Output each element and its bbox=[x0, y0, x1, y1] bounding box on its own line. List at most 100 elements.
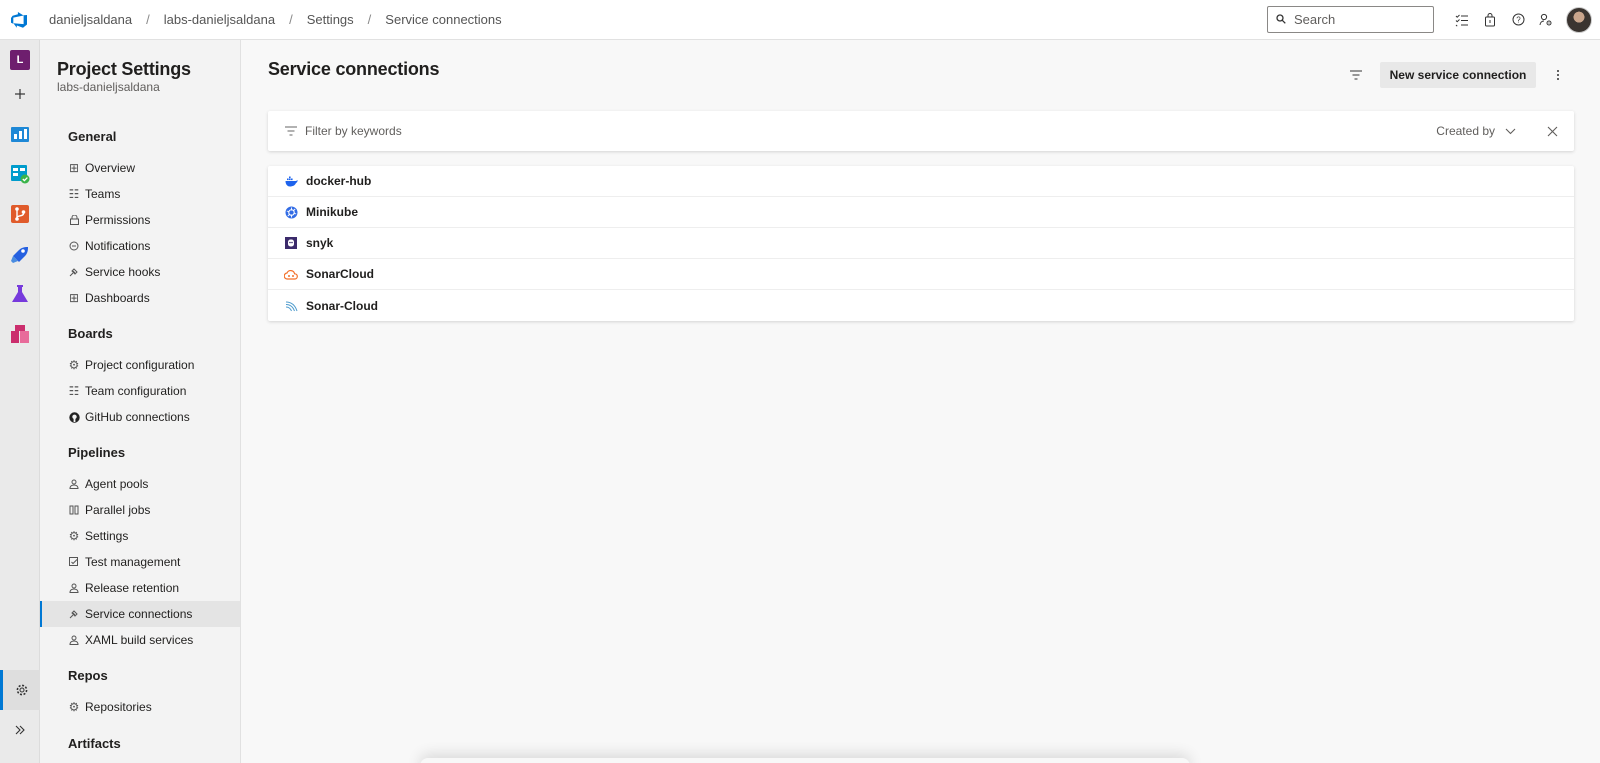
list-item[interactable]: Minikube bbox=[268, 197, 1574, 228]
top-right-actions: ? bbox=[1267, 0, 1600, 40]
build-agent-icon bbox=[68, 634, 80, 646]
parallel-bars-icon bbox=[68, 504, 80, 516]
user-settings-icon[interactable] bbox=[1532, 6, 1560, 34]
more-options-icon[interactable] bbox=[1546, 64, 1570, 86]
project-settings-sidebar: Project Settings labs-danieljsaldana Gen… bbox=[40, 40, 241, 763]
overview-icon[interactable] bbox=[0, 114, 40, 154]
bottom-overlay-shadow bbox=[420, 758, 1190, 763]
work-items-list-icon[interactable] bbox=[1448, 6, 1476, 34]
retention-icon bbox=[68, 582, 80, 594]
service-connections-list: docker-hub Minikube snyk SonarCloud Sona… bbox=[268, 166, 1574, 321]
sonarcloud-icon bbox=[284, 267, 298, 281]
github-icon bbox=[68, 411, 80, 423]
sidebar-title: Project Settings bbox=[57, 59, 191, 79]
plug-icon bbox=[68, 266, 80, 278]
sonar-icon bbox=[284, 299, 298, 313]
left-rail: L bbox=[0, 40, 40, 763]
list-item[interactable]: Sonar-Cloud bbox=[268, 290, 1574, 321]
section-general: General bbox=[68, 129, 117, 144]
sidebar-subtitle: labs-danieljsaldana bbox=[57, 80, 160, 94]
sidebar-item-service-hooks[interactable]: Service hooks bbox=[40, 259, 240, 285]
page-title: Service connections bbox=[268, 59, 440, 79]
repo-gear-icon: ⚙ bbox=[68, 700, 80, 714]
connection-name: docker-hub bbox=[306, 174, 372, 188]
breadcrumb-org[interactable]: danieljsaldana bbox=[49, 12, 132, 27]
gear-icon: ⚙ bbox=[68, 529, 80, 543]
section-pipelines: Pipelines bbox=[68, 445, 126, 460]
azure-devops-logo-icon[interactable] bbox=[0, 0, 40, 40]
sidebar-item-dashboards[interactable]: ⊞ Dashboards bbox=[40, 285, 240, 311]
avatar[interactable] bbox=[1566, 6, 1592, 33]
top-bar: danieljsaldana / labs-danieljsaldana / S… bbox=[0, 0, 1600, 40]
svg-text:?: ? bbox=[1516, 15, 1521, 24]
expand-chevrons-icon[interactable] bbox=[0, 710, 40, 750]
sidebar-item-teams[interactable]: ☷ Teams bbox=[40, 181, 240, 207]
breadcrumb-separator: / bbox=[146, 12, 150, 27]
list-item[interactable]: snyk bbox=[268, 228, 1574, 259]
sidebar-item-project-configuration[interactable]: ⚙ Project configuration bbox=[40, 352, 240, 378]
sidebar-item-agent-pools[interactable]: Agent pools bbox=[40, 471, 240, 497]
sidebar-item-release-retention[interactable]: Release retention bbox=[40, 575, 240, 601]
sidebar-item-overview[interactable]: ⊞ Overview bbox=[40, 155, 240, 181]
agent-icon bbox=[68, 478, 80, 490]
breadcrumb-settings[interactable]: Settings bbox=[307, 12, 354, 27]
sidebar-item-parallel-jobs[interactable]: Parallel jobs bbox=[40, 497, 240, 523]
breadcrumb-project[interactable]: labs-danieljsaldana bbox=[164, 12, 275, 27]
grid-icon: ⊞ bbox=[68, 161, 80, 175]
plug-icon bbox=[68, 608, 80, 620]
new-service-connection-button[interactable]: New service connection bbox=[1380, 62, 1536, 88]
lock-icon bbox=[68, 214, 80, 226]
pipelines-icon[interactable] bbox=[0, 234, 40, 274]
filter-bar: Created by bbox=[268, 111, 1574, 151]
section-repos: Repos bbox=[68, 668, 108, 683]
search-icon bbox=[1276, 12, 1286, 27]
section-boards: Boards bbox=[68, 326, 113, 341]
sidebar-item-github-connections[interactable]: GitHub connections bbox=[40, 404, 240, 430]
breadcrumb-separator: / bbox=[289, 12, 293, 27]
filter-funnel-icon bbox=[285, 126, 297, 136]
org-badge: L bbox=[10, 50, 30, 70]
test-checklist-icon bbox=[68, 556, 80, 568]
connection-name: snyk bbox=[306, 236, 334, 250]
sidebar-item-test-management[interactable]: Test management bbox=[40, 549, 240, 575]
plus-icon[interactable] bbox=[0, 74, 40, 114]
breadcrumb: danieljsaldana / labs-danieljsaldana / S… bbox=[49, 12, 502, 27]
kubernetes-icon bbox=[284, 205, 298, 219]
filter-icon[interactable] bbox=[1342, 64, 1370, 86]
chat-bubble-icon bbox=[68, 240, 80, 252]
gear-person-icon: ⚙ bbox=[68, 358, 80, 372]
search-box[interactable] bbox=[1267, 6, 1434, 33]
sidebar-item-xaml-build-services[interactable]: XAML build services bbox=[40, 627, 240, 653]
sidebar-item-service-connections[interactable]: Service connections bbox=[40, 601, 240, 627]
sidebar-item-team-configuration[interactable]: ☷ Team configuration bbox=[40, 378, 240, 404]
test-plans-icon[interactable] bbox=[0, 274, 40, 314]
snyk-icon bbox=[284, 236, 298, 250]
docker-icon bbox=[284, 174, 298, 188]
sidebar-item-repositories[interactable]: ⚙ Repositories bbox=[40, 694, 240, 720]
help-icon[interactable]: ? bbox=[1504, 6, 1532, 34]
sidebar-item-settings[interactable]: ⚙ Settings bbox=[40, 523, 240, 549]
project-settings-gear-icon[interactable] bbox=[0, 670, 40, 710]
artifacts-icon[interactable] bbox=[0, 314, 40, 354]
people-icon: ☷ bbox=[68, 187, 80, 201]
search-input[interactable] bbox=[1294, 12, 1414, 27]
repos-icon[interactable] bbox=[0, 194, 40, 234]
marketplace-bag-icon[interactable] bbox=[1476, 6, 1504, 34]
list-item[interactable]: docker-hub bbox=[268, 166, 1574, 197]
boards-icon[interactable] bbox=[0, 154, 40, 194]
connection-name: Sonar-Cloud bbox=[306, 298, 378, 313]
team-gear-icon: ☷ bbox=[68, 384, 80, 398]
created-by-dropdown[interactable]: Created by bbox=[1436, 124, 1516, 138]
connection-name: Minikube bbox=[306, 205, 359, 219]
connection-name: SonarCloud bbox=[306, 267, 374, 281]
created-by-label: Created by bbox=[1436, 124, 1495, 138]
chevron-down-icon bbox=[1505, 124, 1516, 138]
sidebar-item-permissions[interactable]: Permissions bbox=[40, 207, 240, 233]
breadcrumb-current[interactable]: Service connections bbox=[385, 12, 501, 27]
dashboard-icon: ⊞ bbox=[68, 291, 80, 305]
list-item[interactable]: SonarCloud bbox=[268, 259, 1574, 290]
breadcrumb-separator: / bbox=[367, 12, 372, 27]
sidebar-item-notifications[interactable]: Notifications bbox=[40, 233, 240, 259]
close-icon[interactable] bbox=[1540, 119, 1564, 143]
filter-keywords-input[interactable] bbox=[305, 124, 1205, 138]
